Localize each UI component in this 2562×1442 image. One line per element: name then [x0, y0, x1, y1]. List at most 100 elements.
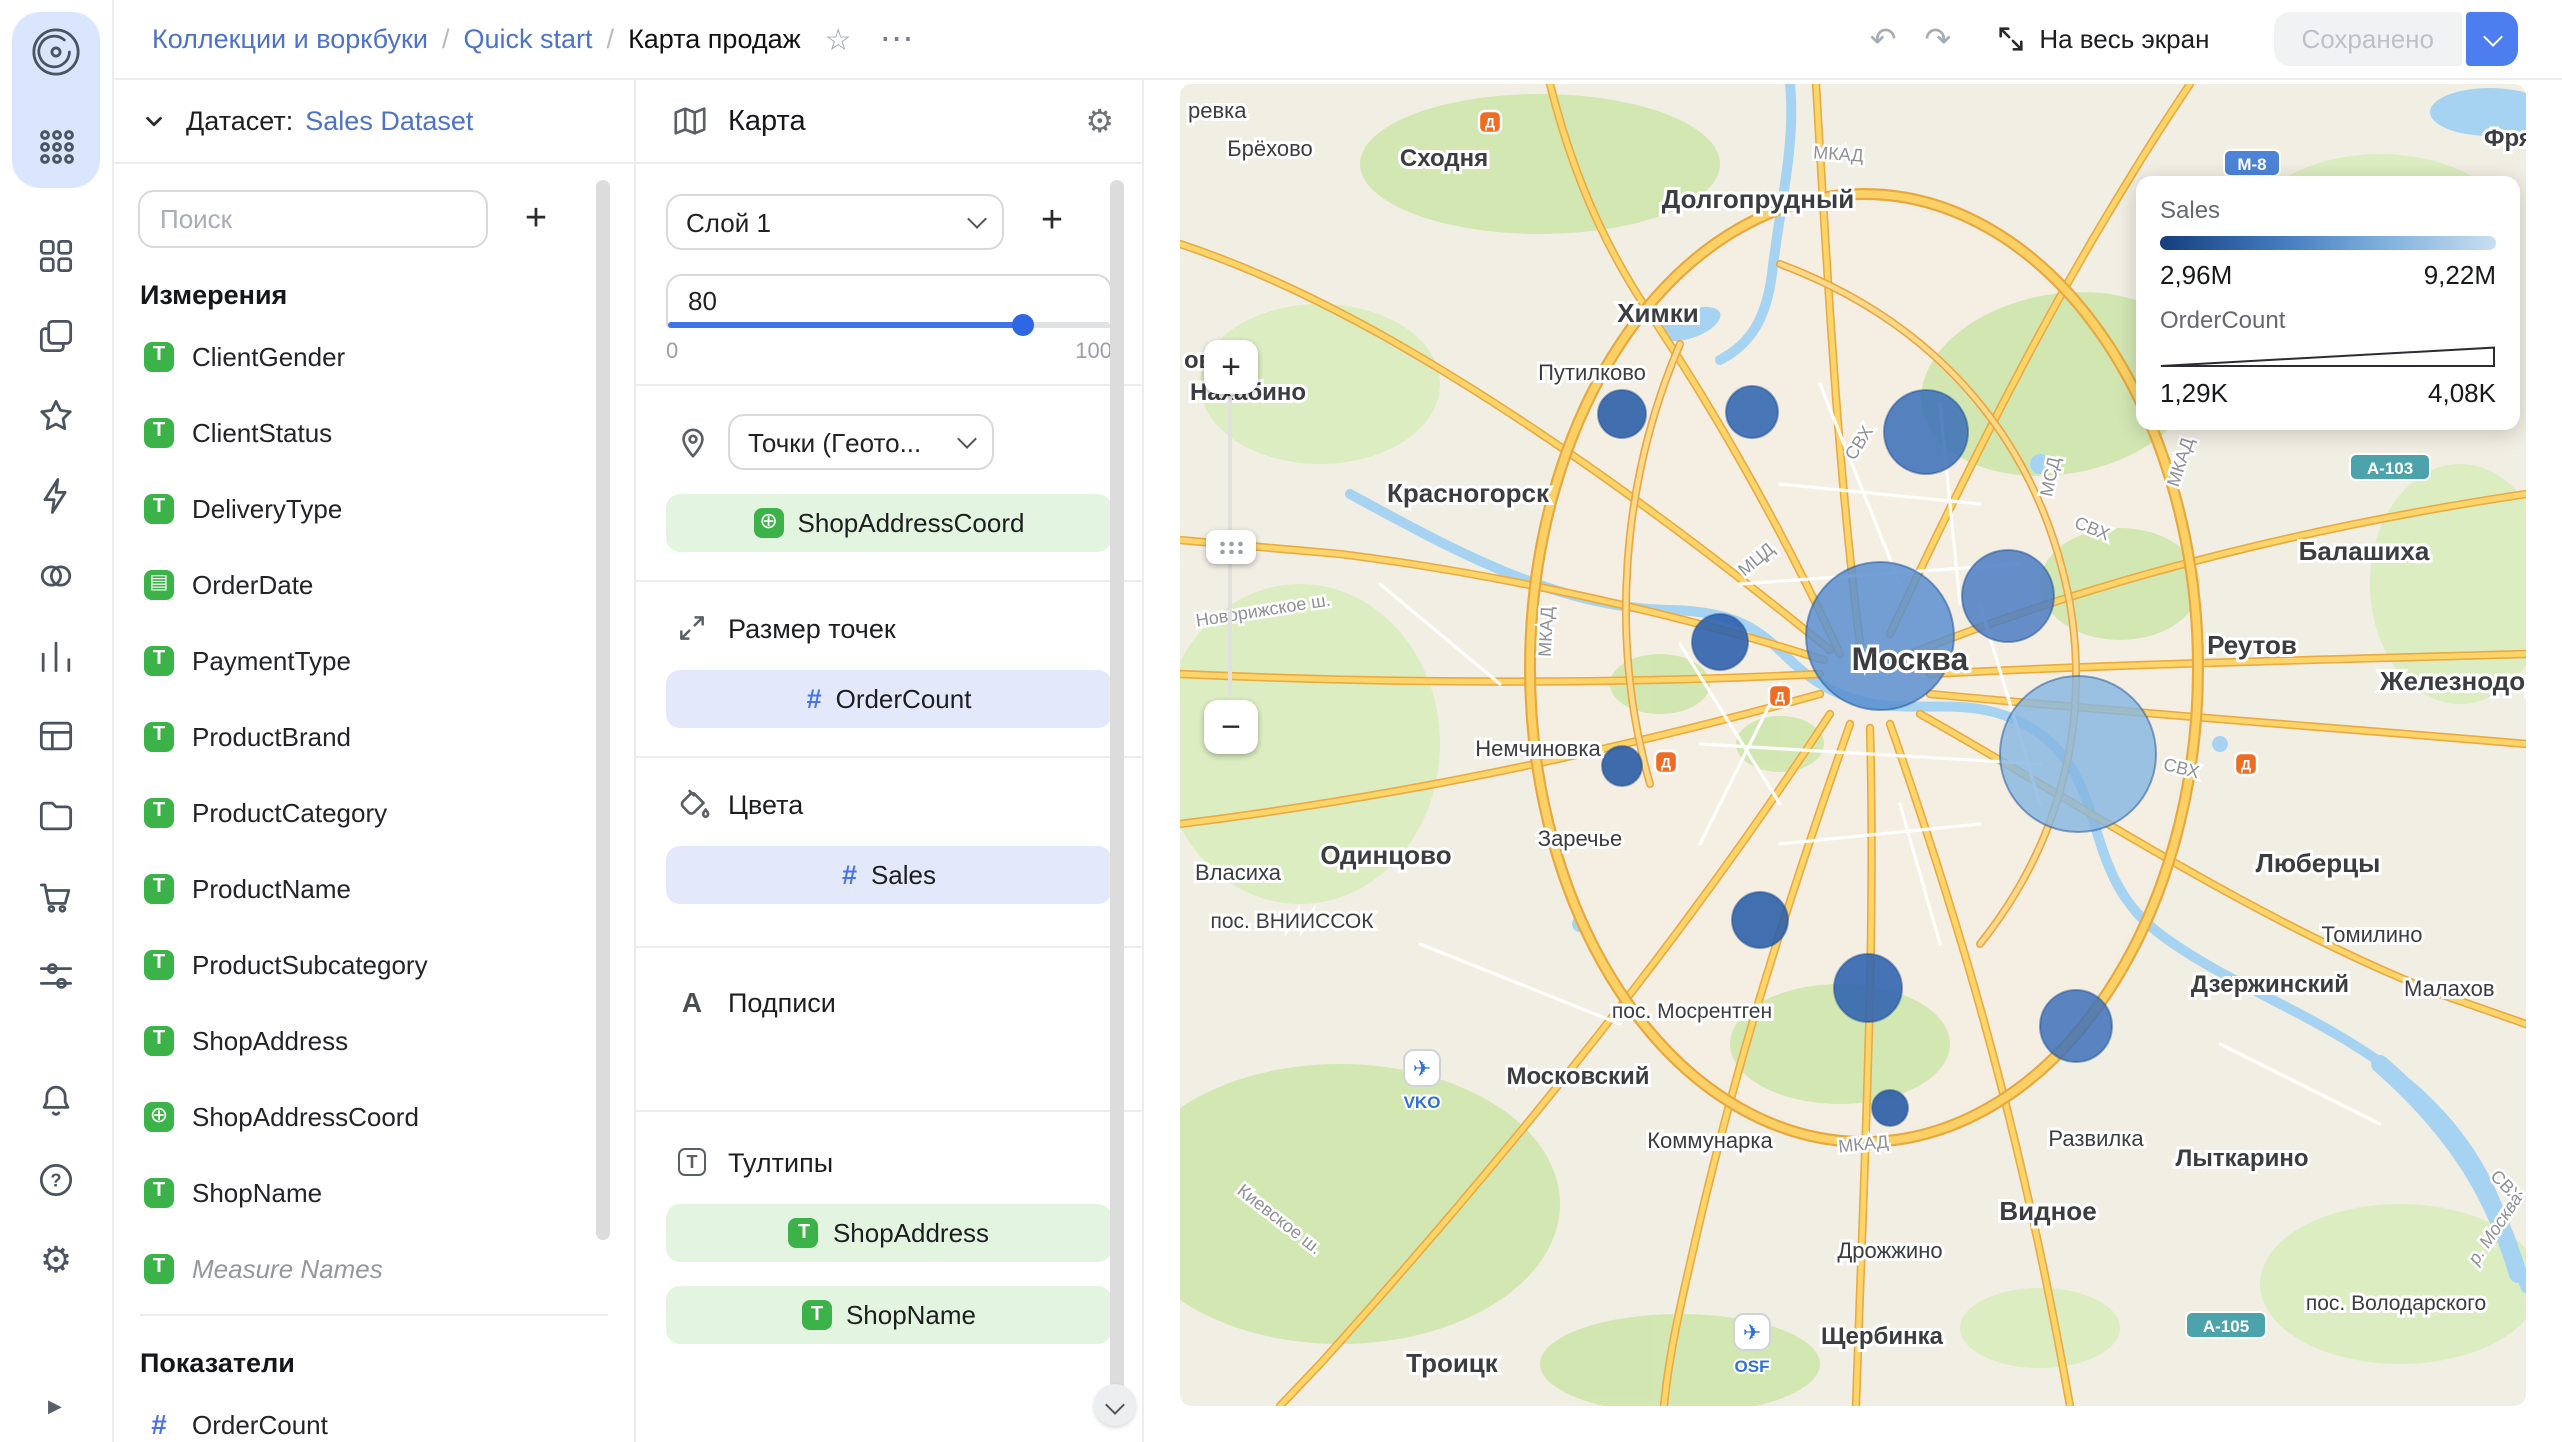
colors-field-pill[interactable]: # Sales	[666, 846, 1112, 904]
layer-select[interactable]: Слой 1	[666, 194, 1004, 250]
search-input[interactable]	[138, 190, 488, 248]
undo-icon[interactable]: ↶	[1870, 19, 1897, 59]
string-field-icon	[144, 797, 174, 827]
breadcrumb-collections[interactable]: Коллекции и воркбуки	[152, 24, 428, 54]
tooltip-field-pill[interactable]: ShopName	[666, 1286, 1112, 1344]
favorite-star-icon[interactable]: ☆	[825, 21, 852, 57]
fullscreen-label[interactable]: На весь экран	[2039, 24, 2209, 54]
map-bubble[interactable]	[1834, 954, 1902, 1022]
field-row[interactable]: DeliveryType	[114, 470, 634, 546]
map-bubble[interactable]	[1598, 390, 1646, 438]
favorites-star-icon[interactable]	[32, 392, 80, 440]
map-bubble[interactable]	[2040, 990, 2112, 1062]
date-field-icon	[144, 569, 174, 599]
geopoint-field-pill[interactable]: ShopAddressCoord	[666, 494, 1112, 552]
map-bubble[interactable]	[2000, 676, 2156, 832]
map-bubble[interactable]	[1806, 562, 1954, 710]
field-row[interactable]: OrderDate	[114, 546, 634, 622]
opacity-slider[interactable]	[668, 322, 1110, 328]
tooltip-fields: ShopAddress ShopName	[636, 1204, 1142, 1344]
help-icon[interactable]: ?	[32, 1156, 80, 1204]
app-logo-area[interactable]	[12, 12, 100, 188]
field-row[interactable]: ShopAddress	[114, 1002, 634, 1078]
field-row[interactable]: ProductSubcategory	[114, 926, 634, 1002]
map-bubble[interactable]	[1962, 550, 2054, 642]
map-town-label: Лыткарино	[2175, 1145, 2308, 1172]
measures-title: Показатели	[140, 1348, 608, 1378]
dataset-name-link[interactable]: Sales Dataset	[305, 106, 473, 136]
divider	[636, 580, 1142, 582]
map-bubble[interactable]	[1602, 746, 1642, 786]
dashboards-icon[interactable]	[32, 232, 80, 280]
map-bubble[interactable]	[1726, 386, 1778, 438]
map-town-label: Щербинка	[1821, 1323, 1944, 1350]
size-field-pill[interactable]: # OrderCount	[666, 670, 1112, 728]
add-field-button[interactable]: +	[508, 191, 564, 247]
field-row[interactable]: ClientGender	[114, 318, 634, 394]
map-canvas[interactable]: МКАДМКАДМКАДМКАДСВХСВХСВХСВХМСДМЦДНовори…	[1180, 84, 2526, 1406]
scroll-down-button[interactable]	[1094, 1384, 1136, 1426]
field-row[interactable]: PaymentType	[114, 622, 634, 698]
string-field-icon	[144, 949, 174, 979]
zoom-out-button[interactable]: −	[1204, 700, 1258, 754]
config-scrollbar[interactable]	[1110, 180, 1124, 1396]
divider	[140, 1314, 608, 1316]
charts-icon[interactable]	[32, 632, 80, 680]
map-bubble[interactable]	[1732, 892, 1788, 948]
save-dropdown-button[interactable]	[2466, 12, 2518, 66]
map-bubble[interactable]	[1872, 1090, 1908, 1126]
lightning-icon[interactable]	[32, 472, 80, 520]
field-row[interactable]: ClientStatus	[114, 394, 634, 470]
measures-list: OrderCount	[114, 1386, 634, 1442]
field-row[interactable]: ProductName	[114, 850, 634, 926]
svg-text:VKO: VKO	[1404, 1093, 1441, 1112]
settings-sliders-icon[interactable]	[32, 952, 80, 1000]
connections-icon[interactable]	[32, 552, 80, 600]
opacity-slider-thumb[interactable]	[1012, 314, 1034, 336]
map-town-label: ревка	[1188, 98, 1247, 123]
fullscreen-icon[interactable]	[1995, 24, 2025, 54]
map-bubble[interactable]	[1692, 614, 1748, 670]
size-section-label: Размер точек	[728, 613, 896, 643]
datasets-table-icon[interactable]	[32, 712, 80, 760]
notifications-bell-icon[interactable]	[32, 1076, 80, 1124]
marketplace-cart-icon[interactable]	[32, 872, 80, 920]
opacity-min-label: 0	[666, 340, 678, 364]
field-row[interactable]: Measure Names	[114, 1230, 634, 1306]
field-row[interactable]: ProductCategory	[114, 774, 634, 850]
collapse-arrow-icon[interactable]: ▶	[0, 1396, 114, 1418]
breadcrumb-quickstart[interactable]: Quick start	[464, 24, 593, 54]
gear-icon[interactable]: ⚙	[32, 1236, 80, 1284]
tooltip-field-pill[interactable]: ShopAddress	[666, 1204, 1112, 1262]
divider	[636, 384, 1142, 386]
field-row[interactable]: ShopAddressCoord	[114, 1078, 634, 1154]
geotype-select[interactable]: Точки (Гeото...	[728, 414, 994, 470]
zoom-slider-handle[interactable]	[1206, 530, 1256, 564]
folder-icon[interactable]	[32, 792, 80, 840]
dataset-scrollbar[interactable]	[596, 180, 610, 1240]
save-button[interactable]: Сохранено	[2273, 12, 2462, 66]
map-bubble[interactable]	[1884, 390, 1968, 474]
apps-grid-icon[interactable]	[32, 122, 80, 170]
more-menu-icon[interactable]: ⋯	[880, 19, 916, 59]
redo-icon[interactable]: ↷	[1925, 19, 1952, 59]
divider	[636, 756, 1142, 758]
dataset-selector[interactable]: Датасет: Sales Dataset	[114, 80, 634, 164]
field-row[interactable]: ShopName	[114, 1154, 634, 1230]
field-row[interactable]: ProductBrand	[114, 698, 634, 774]
workbooks-icon[interactable]	[32, 312, 80, 360]
datalens-app: ? ⚙ ▶ Коллекции и воркбуки / Quick start…	[0, 0, 2562, 1442]
add-layer-button[interactable]: +	[1024, 194, 1080, 250]
field-label: ProductName	[192, 873, 351, 903]
map-legend: Sales 2,96M 9,22M OrderCount 1,29K 4,08K	[2136, 176, 2520, 430]
zoom-in-button[interactable]: +	[1204, 340, 1258, 394]
chart-settings-gear-icon[interactable]: ⚙	[1085, 101, 1114, 141]
legend-color-gradient	[2160, 236, 2496, 250]
rail-nav	[32, 232, 80, 1000]
map-town-label: Люберцы	[2256, 848, 2381, 878]
field-row[interactable]: OrderCount	[114, 1386, 634, 1442]
string-field-icon	[144, 1177, 174, 1207]
map-icon	[672, 103, 708, 139]
opacity-value-box[interactable]: 80	[666, 274, 1112, 328]
datalens-logo-icon[interactable]	[32, 28, 80, 76]
